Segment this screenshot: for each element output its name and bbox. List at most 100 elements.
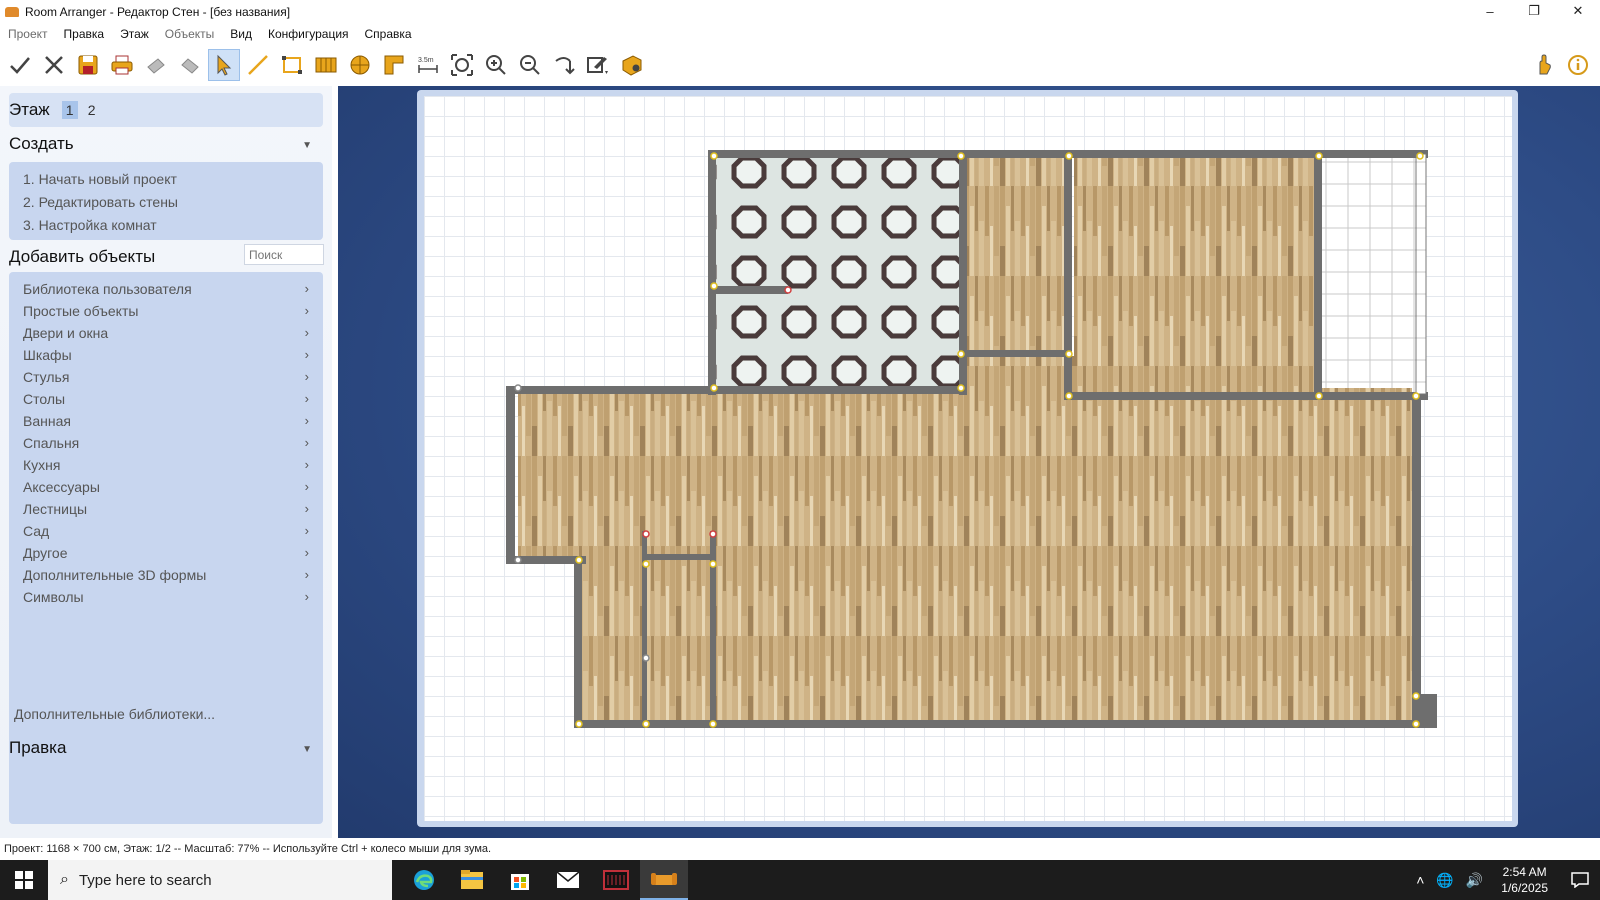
room-arranger-taskbar-icon[interactable] bbox=[640, 860, 688, 900]
cancel-icon[interactable] bbox=[38, 49, 70, 81]
tiled-room-floor[interactable] bbox=[714, 156, 959, 388]
menu-objects[interactable]: Объекты bbox=[157, 24, 223, 44]
chevron-right-icon: › bbox=[304, 281, 309, 296]
edit-section bbox=[9, 762, 323, 824]
library-item-chairs[interactable]: Стулья › bbox=[23, 366, 309, 388]
edit-header[interactable]: Правка bbox=[9, 738, 66, 758]
step-edit-walls[interactable]: 2. Редактировать стены bbox=[23, 191, 309, 214]
notification-icon[interactable] bbox=[1560, 860, 1600, 900]
chevron-right-icon: › bbox=[304, 523, 309, 538]
wall-line-icon[interactable] bbox=[242, 49, 274, 81]
redo-icon[interactable] bbox=[174, 49, 206, 81]
library-item-label: Дополнительные 3D формы bbox=[23, 567, 207, 583]
library-item-garden[interactable]: Сад › bbox=[23, 520, 309, 542]
object-search-input[interactable] bbox=[244, 244, 324, 265]
undo-icon[interactable] bbox=[140, 49, 172, 81]
canvas-area[interactable] bbox=[338, 86, 1600, 838]
menu-help[interactable]: Справка bbox=[357, 24, 420, 44]
step-room-settings[interactable]: 3. Настройка комнат bbox=[23, 214, 309, 237]
library-item-label: Шкафы bbox=[23, 347, 72, 363]
floor-plan[interactable] bbox=[424, 96, 1512, 821]
library-item-label: Стулья bbox=[23, 369, 70, 385]
edit-collapse-icon[interactable]: ▼ bbox=[302, 744, 312, 755]
title-bar: Room Arranger - Редактор Стен - [без наз… bbox=[0, 0, 1600, 24]
dimension-icon[interactable]: 3.5m bbox=[412, 49, 444, 81]
create-header[interactable]: Создать bbox=[9, 134, 74, 154]
menu-floor[interactable]: Этаж bbox=[112, 24, 157, 44]
toolbar: 3.5m bbox=[0, 46, 1600, 84]
system-clock[interactable]: 2:54 AM 1/6/2025 bbox=[1501, 864, 1548, 896]
wood-room-upper-right[interactable] bbox=[1074, 156, 1314, 393]
minimize-button[interactable]: – bbox=[1468, 0, 1512, 22]
library-item-stairs[interactable]: Лестницы › bbox=[23, 498, 309, 520]
floor-tab-1[interactable]: 1 bbox=[61, 101, 78, 119]
create-section: 1. Начать новый проект 2. Редактировать … bbox=[9, 162, 323, 240]
library-item-doors-windows[interactable]: Двери и окна › bbox=[23, 322, 309, 344]
chevron-right-icon: › bbox=[304, 589, 309, 604]
mail-icon[interactable] bbox=[544, 860, 592, 900]
volume-icon[interactable]: 🔊 bbox=[1466, 872, 1483, 889]
library-item-3d-shapes[interactable]: Дополнительные 3D формы › bbox=[23, 564, 309, 586]
menu-edit[interactable]: Правка bbox=[56, 24, 113, 44]
rectangle-room-icon[interactable] bbox=[276, 49, 308, 81]
menu-bar: Проект Правка Этаж Объекты Вид Конфигура… bbox=[0, 24, 1600, 44]
create-collapse-icon[interactable]: ▼ bbox=[302, 140, 312, 151]
close-button[interactable]: ✕ bbox=[1556, 0, 1600, 22]
wood-room-small[interactable] bbox=[966, 156, 1066, 356]
hand-icon[interactable] bbox=[1528, 49, 1560, 81]
windows-start-icon[interactable] bbox=[0, 860, 48, 900]
menu-project[interactable]: Проект bbox=[0, 24, 56, 44]
video-app-icon[interactable] bbox=[592, 860, 640, 900]
library-item-user[interactable]: Библиотека пользователя › bbox=[23, 278, 309, 300]
taskbar: ⌕ Type here to search ˄ 🌐 🔊 2:54 AM 1/6/… bbox=[0, 860, 1600, 900]
circular-room-icon[interactable] bbox=[344, 49, 376, 81]
floor-tab-2[interactable]: 2 bbox=[84, 101, 100, 119]
print-icon[interactable] bbox=[106, 49, 138, 81]
library-item-tables[interactable]: Столы › bbox=[23, 388, 309, 410]
wall-segments-icon[interactable] bbox=[310, 49, 342, 81]
library-item-other[interactable]: Другое › bbox=[23, 542, 309, 564]
library-item-bathroom[interactable]: Ванная › bbox=[23, 410, 309, 432]
library-item-label: Аксессуары bbox=[23, 479, 100, 495]
3d-view-icon[interactable] bbox=[616, 49, 648, 81]
library-item-symbols[interactable]: Символы › bbox=[23, 586, 309, 608]
save-icon[interactable] bbox=[72, 49, 104, 81]
menu-configuration[interactable]: Конфигурация bbox=[260, 24, 357, 44]
chevron-right-icon: › bbox=[304, 303, 309, 318]
zoom-in-icon[interactable] bbox=[480, 49, 512, 81]
check-icon[interactable] bbox=[4, 49, 36, 81]
floor-plan-sheet[interactable] bbox=[424, 96, 1512, 821]
app-sofa-icon bbox=[5, 7, 19, 17]
floor-area-icon[interactable] bbox=[378, 49, 410, 81]
select-arrow-icon[interactable] bbox=[208, 49, 240, 81]
library-item-label: Ванная bbox=[23, 413, 71, 429]
chevron-right-icon: › bbox=[304, 567, 309, 582]
restore-button[interactable]: ❐ bbox=[1512, 0, 1556, 22]
file-explorer-icon[interactable] bbox=[448, 860, 496, 900]
network-icon[interactable]: 🌐 bbox=[1436, 872, 1453, 889]
library-item-accessories[interactable]: Аксессуары › bbox=[23, 476, 309, 498]
more-libraries-link[interactable]: Дополнительные библиотеки... bbox=[14, 706, 215, 722]
info-icon[interactable] bbox=[1562, 49, 1594, 81]
library-item-label: Сад bbox=[23, 523, 50, 539]
chevron-right-icon: › bbox=[304, 545, 309, 560]
edge-browser-icon[interactable] bbox=[400, 860, 448, 900]
chevron-up-icon[interactable]: ˄ bbox=[1416, 872, 1424, 888]
clock-date: 1/6/2025 bbox=[1501, 881, 1548, 895]
edit-dropdown-icon[interactable] bbox=[582, 49, 614, 81]
menu-view[interactable]: Вид bbox=[222, 24, 260, 44]
white-tile-room[interactable] bbox=[1321, 156, 1416, 393]
taskbar-search-box[interactable]: ⌕ Type here to search bbox=[48, 860, 392, 900]
library-item-cabinets[interactable]: Шкафы › bbox=[23, 344, 309, 366]
rotate-view-icon[interactable] bbox=[548, 49, 580, 81]
left-panel: Этаж 1 2 Создать ▼ 1. Начать новый проек… bbox=[0, 86, 332, 838]
window-controls: – ❐ ✕ bbox=[1468, 0, 1600, 24]
chevron-right-icon: › bbox=[304, 413, 309, 428]
step-new-project[interactable]: 1. Начать новый проект bbox=[23, 168, 309, 191]
library-item-bedroom[interactable]: Спальня › bbox=[23, 432, 309, 454]
zoom-fit-icon[interactable] bbox=[446, 49, 478, 81]
zoom-out-icon[interactable] bbox=[514, 49, 546, 81]
microsoft-store-icon[interactable] bbox=[496, 860, 544, 900]
library-item-simple[interactable]: Простые объекты › bbox=[23, 300, 309, 322]
library-item-kitchen[interactable]: Кухня › bbox=[23, 454, 309, 476]
